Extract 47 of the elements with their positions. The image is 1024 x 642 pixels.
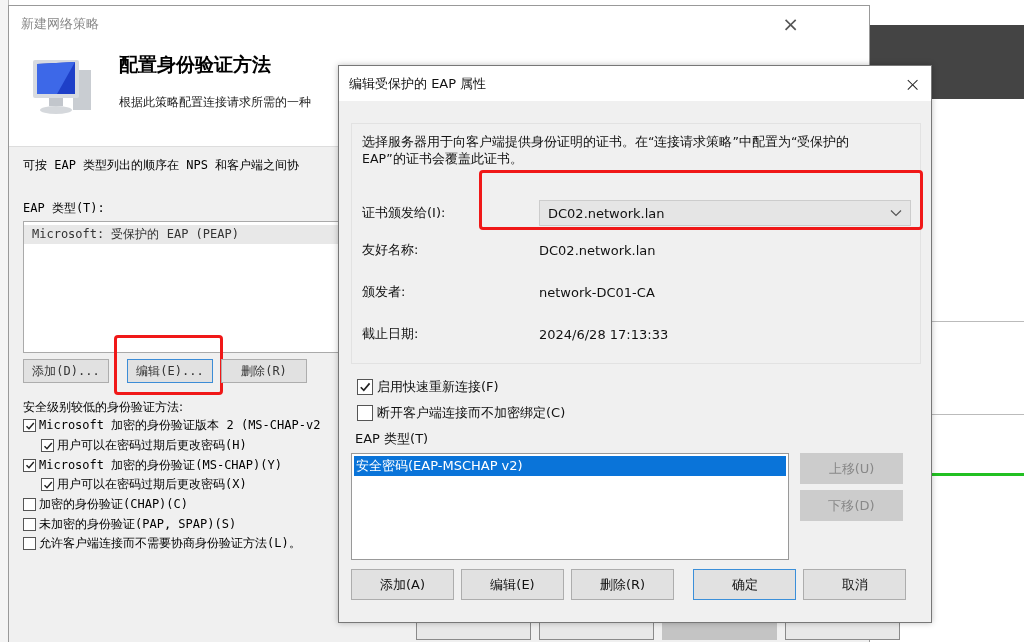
chevron-down-icon	[890, 209, 902, 217]
field-value: network-DC01-CA	[539, 284, 655, 300]
field-label: 颁发者:	[362, 283, 407, 301]
checkbox[interactable]	[41, 478, 54, 492]
checkbox-label: Microsoft 加密的身份验证(MS-CHAP)(Y)	[39, 456, 282, 474]
intro-text: 可按 EAP 类型列出的顺序在 NPS 和客户端之间协	[23, 157, 300, 174]
list-item[interactable]: 安全密码(EAP-MSCHAP v2)	[354, 456, 786, 476]
button[interactable]: 添加(D)...	[23, 359, 109, 383]
field-value: 2024/6/28 17:13:33	[539, 326, 669, 342]
checkbox-label: 断开客户端连接而不加密绑定(C)	[377, 404, 566, 422]
checkbox[interactable]	[23, 498, 36, 512]
page-subtitle: 根据此策略配置连接请求所需的一种	[119, 94, 311, 111]
checkbox[interactable]	[23, 537, 36, 551]
close-button[interactable]: ×	[782, 12, 799, 36]
checkbox-label: 启用快速重新连接(F)	[377, 378, 499, 396]
button[interactable]: 编辑(E)...	[127, 359, 213, 383]
section-label: 安全级别较低的身份验证方法:	[23, 399, 184, 416]
checkbox[interactable]	[23, 419, 36, 433]
checkbox[interactable]	[23, 458, 36, 472]
button[interactable]: 删除(R)	[571, 569, 674, 600]
certificate-dropdown[interactable]: DC02.network.lan	[539, 200, 911, 226]
checkbox[interactable]	[23, 517, 36, 531]
checkbox[interactable]	[357, 379, 373, 395]
page-heading: 配置身份验证方法	[119, 52, 272, 77]
checkbox-label: Microsoft 加密的身份验证版本 2 (MS-CHAP-v2	[39, 417, 321, 435]
field-label: 证书颁发给(I):	[362, 204, 447, 222]
checkbox[interactable]	[357, 405, 373, 421]
checkbox-label: 加密的身份验证(CHAP)(C)	[39, 496, 189, 514]
button[interactable]: 添加(A)	[351, 569, 454, 600]
dialog-title: 编辑受保护的 EAP 属性	[349, 74, 487, 93]
description-text: 选择服务器用于向客户端提供身份证明的证书。在“连接请求策略”中配置为“受保护的 EAP”的证书会覆盖此证书。	[362, 133, 851, 167]
checkbox[interactable]	[41, 439, 54, 453]
checkbox-label: 用户可以在密码过期后更改密码(H)	[57, 437, 247, 455]
button[interactable]: 编辑(E)	[461, 569, 564, 600]
checkbox-label: 允许客户端连接而不需要协商身份验证方法(L)。	[39, 535, 301, 553]
button[interactable]: 确定	[693, 569, 796, 600]
field-value: DC02.network.lan	[539, 242, 656, 258]
field-label: 友好名称:	[362, 241, 420, 259]
close-button[interactable]: ×	[904, 71, 921, 96]
button[interactable]: 删除(R)	[221, 359, 307, 383]
list-label: EAP 类型(T)	[355, 430, 429, 448]
checkbox-label: 未加密的身份验证(PAP, SPAP)(S)	[39, 515, 237, 533]
window-title: 新建网络策略	[21, 15, 99, 33]
list-label: EAP 类型(T):	[23, 200, 105, 217]
field-label: 截止日期:	[362, 325, 420, 343]
button[interactable]: 取消	[803, 569, 906, 600]
checkbox-label: 用户可以在密码过期后更改密码(X)	[57, 476, 247, 494]
